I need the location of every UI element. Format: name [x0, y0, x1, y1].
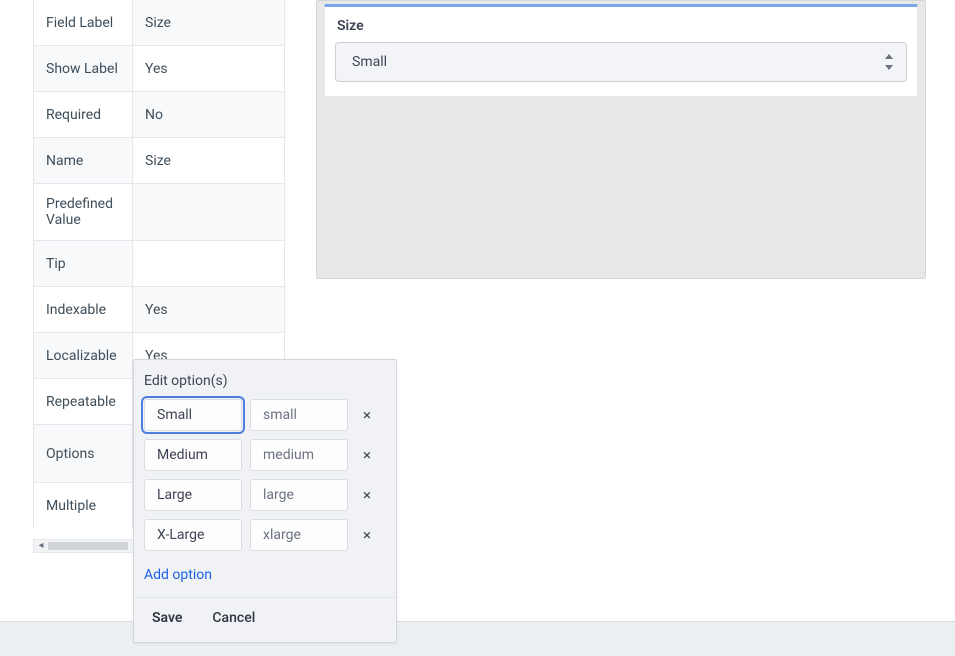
preview-field-card[interactable]: Size Small	[324, 4, 918, 97]
prop-value[interactable]	[133, 184, 284, 240]
prop-row-predefined-value: Predefined Value	[34, 184, 284, 241]
scrollbar-thumb[interactable]	[48, 542, 128, 550]
prop-label: Multiple	[34, 483, 133, 529]
delete-option-icon[interactable]: ×	[358, 486, 376, 504]
prop-label: Required	[34, 92, 133, 137]
add-option-link[interactable]: Add option	[144, 567, 212, 583]
prop-row-show-label: Show Label Yes	[34, 46, 284, 92]
form-preview: Size Small	[316, 0, 926, 279]
delete-option-icon[interactable]: ×	[358, 406, 376, 424]
option-label-input[interactable]	[144, 519, 242, 551]
option-row: ×	[144, 519, 386, 551]
prop-label: Name	[34, 138, 133, 183]
prop-row-tip: Tip	[34, 241, 284, 287]
option-label-input[interactable]	[144, 479, 242, 511]
save-button[interactable]: Save	[152, 610, 182, 626]
delete-option-icon[interactable]: ×	[358, 526, 376, 544]
prop-value[interactable]: No	[133, 92, 284, 137]
prop-label: Show Label	[34, 46, 133, 91]
option-value-input[interactable]	[250, 479, 348, 511]
prop-row-indexable: Indexable Yes	[34, 287, 284, 333]
option-value-input[interactable]	[250, 399, 348, 431]
popover-title: Edit option(s)	[144, 373, 386, 389]
prop-row-required: Required No	[34, 92, 284, 138]
option-row: ×	[144, 479, 386, 511]
option-row: ×	[144, 439, 386, 471]
prop-value[interactable]: Size	[133, 0, 284, 45]
delete-option-icon[interactable]: ×	[358, 446, 376, 464]
prop-label: Predefined Value	[34, 184, 133, 240]
prop-value[interactable]: Yes	[133, 46, 284, 91]
prop-value[interactable]: Size	[133, 138, 284, 183]
prop-label: Indexable	[34, 287, 133, 332]
prop-value[interactable]	[133, 241, 284, 286]
prop-label: Options	[34, 425, 133, 482]
prop-label: Field Label	[34, 0, 133, 45]
cancel-button[interactable]: Cancel	[212, 610, 255, 626]
option-value-input[interactable]	[250, 519, 348, 551]
option-label-input[interactable]	[144, 399, 242, 431]
prop-label: Repeatable	[34, 379, 133, 424]
chevron-up-down-icon	[882, 54, 896, 70]
size-select[interactable]: Small	[335, 42, 907, 82]
preview-field-title: Size	[337, 18, 907, 34]
prop-row-name: Name Size	[34, 138, 284, 184]
prop-value[interactable]: Yes	[133, 287, 284, 332]
option-label-input[interactable]	[144, 439, 242, 471]
scroll-left-icon[interactable]: ◂	[35, 540, 47, 552]
prop-label: Localizable	[34, 333, 133, 378]
prop-row-field-label: Field Label Size	[34, 0, 284, 46]
option-value-input[interactable]	[250, 439, 348, 471]
edit-options-popover: Edit option(s) × × × × Add option Save C…	[133, 359, 397, 643]
size-select-value: Small	[352, 54, 387, 70]
option-row: ×	[144, 399, 386, 431]
popover-actions: Save Cancel	[134, 597, 396, 642]
prop-label: Tip	[34, 241, 133, 286]
